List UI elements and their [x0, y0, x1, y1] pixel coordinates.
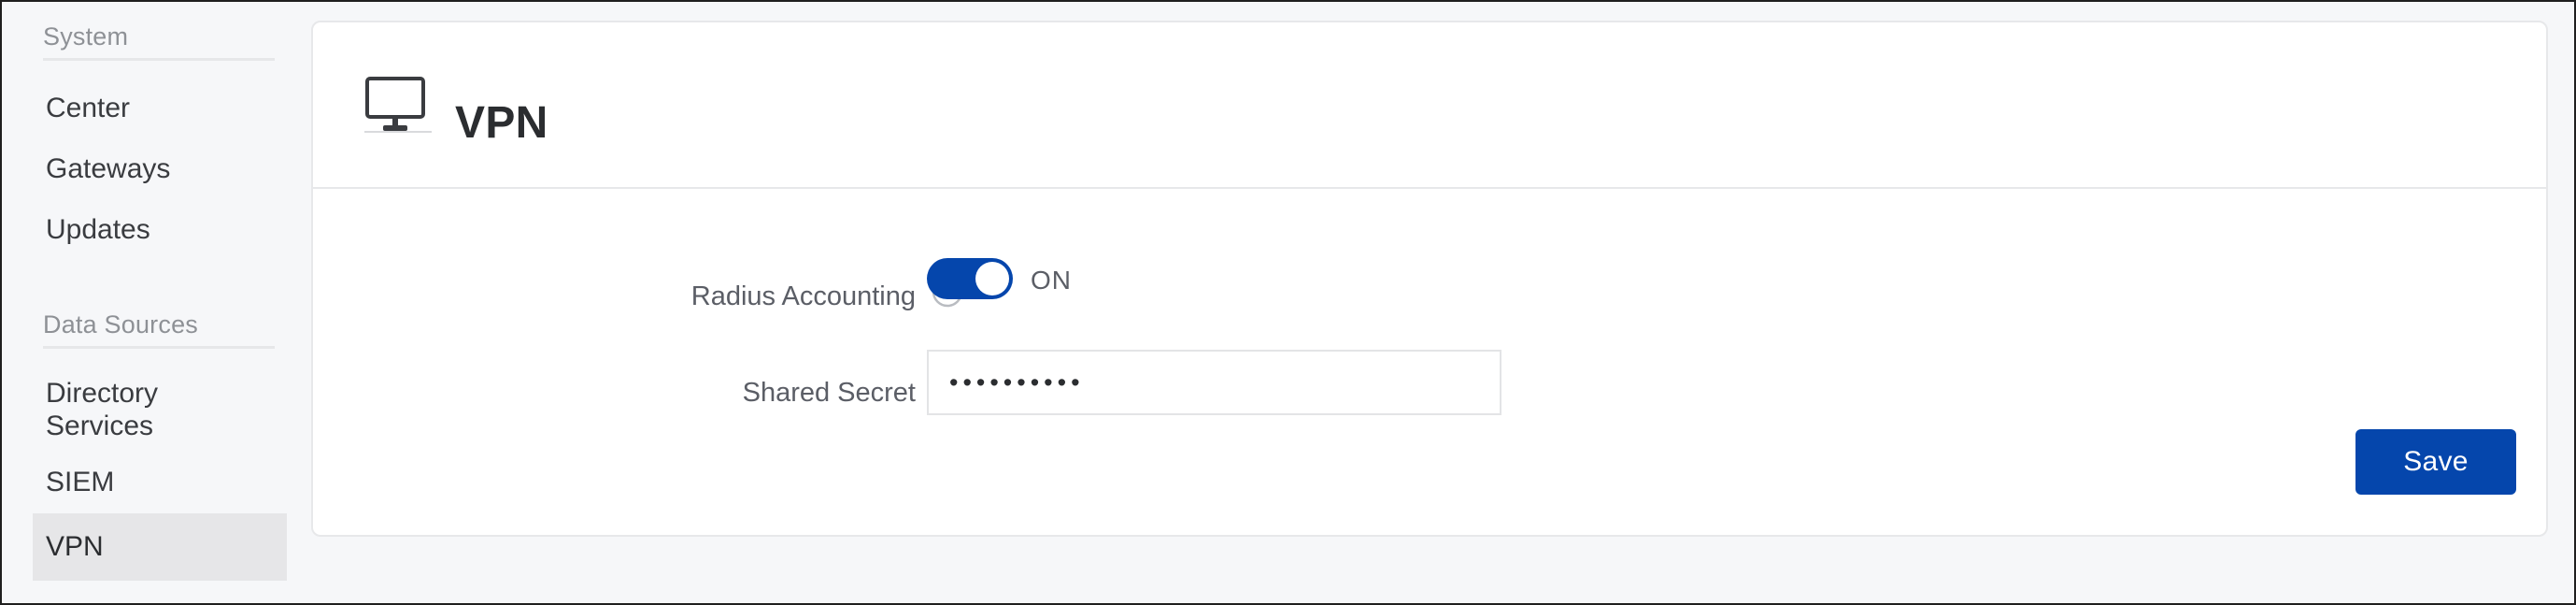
sidebar-section-title-data-sources: Data Sources	[43, 310, 198, 339]
shared-secret-label: Shared Secret	[742, 378, 916, 408]
vpn-settings-card: VPN Radius Accounting ? ON Shared Secret…	[311, 21, 2548, 537]
sidebar-section-divider-system	[43, 58, 275, 61]
sidebar-item-gateways[interactable]: Gateways	[33, 142, 287, 196]
application-window: System Center Gateways Updates Data Sour…	[0, 0, 2576, 605]
sidebar-item-label-directory-services-line1: Directory	[46, 377, 159, 409]
sidebar-navigation: System Center Gateways Updates Data Sour…	[2, 2, 309, 603]
sidebar-section-title-system: System	[43, 22, 129, 50]
sidebar-item-label-directory-services-line2: Services	[46, 411, 154, 441]
page-title: VPN	[455, 98, 548, 149]
monitor-icon	[364, 77, 432, 133]
toggle-knob	[975, 262, 1009, 295]
sidebar-item-siem[interactable]: SIEM	[33, 455, 287, 510]
sidebar-item-label-gateways: Gateways	[46, 153, 171, 185]
sidebar-item-label-vpn: VPN	[46, 531, 104, 563]
sidebar-item-center[interactable]: Center	[33, 81, 287, 136]
sidebar-item-updates[interactable]: Updates	[33, 203, 287, 257]
radius-accounting-toggle[interactable]	[927, 258, 1013, 299]
sidebar-item-vpn[interactable]: VPN	[33, 513, 287, 581]
sidebar-item-directory-services[interactable]: Directory Services	[33, 369, 287, 450]
sidebar-section-divider-data-sources	[43, 346, 275, 349]
radius-accounting-label: Radius Accounting	[690, 281, 916, 311]
save-button[interactable]: Save	[2355, 429, 2516, 495]
sidebar-item-label-center: Center	[46, 93, 131, 124]
card-header: VPN	[313, 22, 2546, 189]
shared-secret-input[interactable]	[927, 350, 1501, 415]
sidebar-item-label-siem: SIEM	[46, 467, 115, 498]
sidebar-item-label-updates: Updates	[46, 214, 150, 246]
radius-accounting-toggle-state: ON	[1031, 266, 1072, 295]
